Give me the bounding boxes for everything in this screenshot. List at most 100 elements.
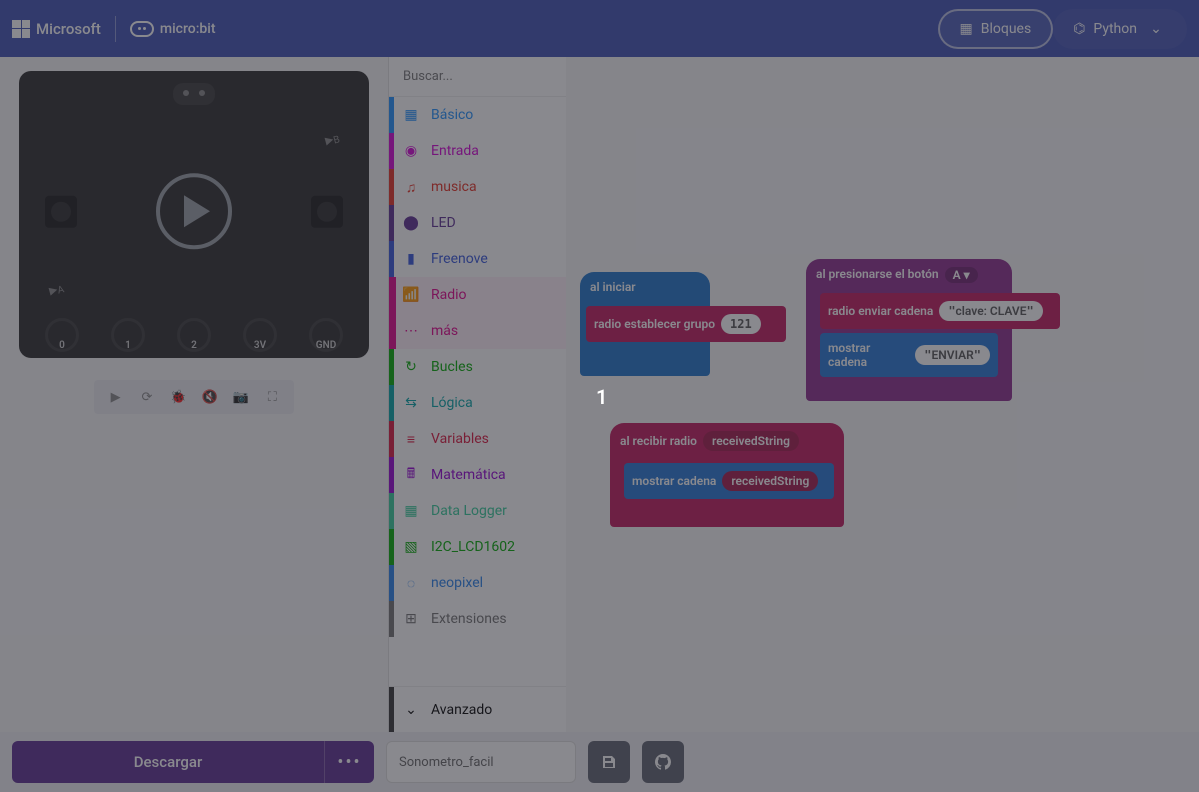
radio-send-value[interactable]: "clave: CLAVE" — [939, 301, 1042, 321]
button-b[interactable] — [311, 195, 343, 227]
advanced-label: Avanzado — [431, 702, 492, 718]
sim-restart-button[interactable]: ⟳ — [135, 385, 159, 409]
show-string-value-2[interactable]: receivedString — [722, 471, 818, 491]
simulator-toolbar: ▶ ⟳ 🐞 🔇 📷 ⛶ — [94, 380, 294, 414]
python-icon: ⌬ — [1073, 21, 1085, 37]
category-radio[interactable]: 📶Radio — [389, 277, 566, 313]
category-led[interactable]: ⬤LED — [389, 205, 566, 241]
category-label: neopixel — [431, 575, 483, 591]
sim-mute-button[interactable]: 🔇 — [198, 385, 222, 409]
step-number-overlay: 1 — [596, 385, 607, 409]
sim-snapshot-button[interactable]: 📷 — [229, 385, 253, 409]
category-bucles[interactable]: ↻Bucles — [389, 349, 566, 385]
category-label: Extensiones — [431, 611, 507, 627]
block-show-string-2[interactable]: mostrar cadena receivedString — [624, 463, 834, 499]
project-name-input[interactable] — [386, 741, 576, 783]
category-neopixel[interactable]: ◌ neopixel — [389, 565, 566, 601]
pin-GND[interactable]: GND — [309, 318, 343, 352]
category-label: Variables — [431, 431, 489, 447]
category-entrada[interactable]: ◉Entrada — [389, 133, 566, 169]
save-button[interactable] — [588, 741, 630, 783]
blocks-icon: ▦ — [960, 21, 973, 37]
usb-connector-icon — [173, 83, 215, 105]
chevron-down-icon[interactable]: ⌄ — [1145, 21, 1167, 37]
microbit-logo[interactable]: micro:bit — [130, 21, 216, 37]
category-icon: 🖩 — [399, 463, 423, 487]
category-m-s[interactable]: ⋯más — [389, 313, 566, 349]
category-label: más — [431, 323, 458, 339]
block-show-string-1[interactable]: mostrar cadena "ENVIAR" — [820, 333, 998, 377]
download-more-button[interactable]: ••• — [324, 741, 374, 783]
category-label: Bucles — [431, 359, 473, 375]
category-label: musica — [431, 179, 477, 195]
flag-b-icon: ▸B — [323, 127, 342, 149]
category-extensiones[interactable]: ⊞ Extensiones — [389, 601, 566, 637]
category-icon: ◌ — [399, 571, 423, 595]
category-label: Freenove — [431, 251, 488, 267]
category-icon: ⊞ — [399, 607, 423, 631]
category-icon: ▧ — [399, 535, 423, 559]
category-icon: ▮ — [399, 247, 423, 271]
button-dropdown[interactable]: A ▾ — [945, 267, 978, 283]
category-label: Básico — [431, 107, 473, 123]
block-radio-set-group[interactable]: radio establecer grupo 121 — [586, 306, 786, 342]
python-toggle[interactable]: ⌬ Python ⌄ — [1053, 9, 1187, 49]
search-input[interactable] — [403, 69, 569, 84]
pin-1[interactable]: 1 — [111, 318, 145, 352]
pin-3V[interactable]: 3V — [243, 318, 277, 352]
github-button[interactable] — [642, 741, 684, 783]
flag-a-icon: ▸A — [47, 277, 66, 299]
category-icon: ♫ — [399, 175, 423, 199]
chevron-down-icon: ⌄ — [399, 698, 423, 722]
category-label: Data Logger — [431, 503, 507, 519]
category-list: ▦ Básico ◉Entrada ♫ musica ⬤LED ▮ Freenove 📶Radi… — [389, 97, 566, 686]
on-receive-header: al recibir radio receivedString — [610, 423, 844, 455]
block-on-radio-received[interactable]: al recibir radio receivedString mostrar … — [610, 423, 844, 527]
on-start-header: al iniciar — [580, 272, 710, 298]
edge-pins: 012 3V GND — [19, 314, 369, 358]
save-icon — [601, 754, 617, 770]
microsoft-label: Microsoft — [36, 20, 101, 38]
simulator-board[interactable]: ▸A ▸B 012 3V GND — [19, 71, 369, 358]
category-icon: ▦ — [399, 499, 423, 523]
button-a[interactable] — [45, 195, 77, 227]
category-i2c-lcd1602[interactable]: ▧ I2C_LCD1602 — [389, 529, 566, 565]
category-data-logger[interactable]: ▦ Data Logger — [389, 493, 566, 529]
advanced-category[interactable]: ⌄ Avanzado — [389, 686, 566, 732]
block-on-button-pressed[interactable]: al presionarse el botón A ▾ radio enviar… — [806, 259, 1012, 401]
blocks-workspace[interactable]: al iniciar radio establecer grupo 121 al… — [566, 57, 1199, 732]
category-variables[interactable]: ≡ Variables — [389, 421, 566, 457]
category-musica[interactable]: ♫ musica — [389, 169, 566, 205]
category-l-gica[interactable]: ⇆Lógica — [389, 385, 566, 421]
received-string-param[interactable]: receivedString — [703, 431, 799, 451]
microbit-label: micro:bit — [160, 21, 216, 37]
category-label: I2C_LCD1602 — [431, 539, 515, 555]
blocks-toggle[interactable]: ▦ Bloques — [938, 9, 1054, 49]
play-button[interactable] — [156, 173, 232, 249]
pin-2[interactable]: 2 — [177, 318, 211, 352]
radio-group-value[interactable]: 121 — [721, 314, 761, 334]
show-string-label-2: mostrar cadena — [632, 474, 716, 488]
sim-play-small-button[interactable]: ▶ — [104, 385, 128, 409]
category-b-sico[interactable]: ▦ Básico — [389, 97, 566, 133]
footer-bar: Descargar ••• — [0, 732, 1199, 792]
category-icon: 📶 — [399, 283, 423, 307]
show-string-value-1[interactable]: "ENVIAR" — [915, 345, 990, 365]
microsoft-logo[interactable]: Microsoft — [12, 20, 101, 38]
sim-fullscreen-button[interactable]: ⛶ — [260, 385, 284, 409]
category-freenove[interactable]: ▮ Freenove — [389, 241, 566, 277]
on-button-header: al presionarse el botón A ▾ — [806, 259, 1012, 287]
pin-0[interactable]: 0 — [45, 318, 79, 352]
category-icon: ≡ — [399, 427, 423, 451]
category-label: Lógica — [431, 395, 473, 411]
category-icon: ◉ — [399, 139, 423, 163]
download-button[interactable]: Descargar — [12, 741, 324, 783]
radio-send-label: radio enviar cadena — [828, 304, 933, 318]
github-icon — [655, 754, 671, 770]
sim-debug-button[interactable]: 🐞 — [166, 385, 190, 409]
category-matem-tica[interactable]: 🖩Matemática — [389, 457, 566, 493]
block-radio-send-string[interactable]: radio enviar cadena "clave: CLAVE" — [820, 293, 1060, 329]
toolbox-search[interactable]: 🔍 — [389, 57, 566, 97]
block-on-start[interactable]: al iniciar radio establecer grupo 121 — [580, 272, 710, 376]
category-icon: ▦ — [399, 103, 423, 127]
